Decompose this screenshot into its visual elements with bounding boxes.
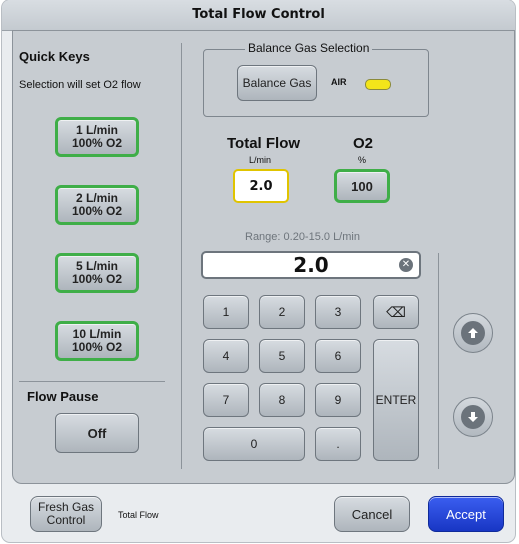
backspace-button[interactable]: ⌫ (373, 295, 419, 329)
key-2[interactable]: 2 (259, 295, 305, 329)
left-divider (19, 381, 165, 382)
cancel-button[interactable]: Cancel (334, 496, 410, 532)
arrow-up-icon (461, 321, 485, 345)
key-8[interactable]: 8 (259, 383, 305, 417)
total-flow-field[interactable]: 2.0 (233, 169, 289, 203)
quick-key-o2: 100% O2 (71, 136, 123, 150)
key-1[interactable]: 1 (203, 295, 249, 329)
accept-button[interactable]: Accept (428, 496, 504, 532)
entry-value: 2.0 (293, 253, 329, 277)
total-flow-unit: L/min (249, 155, 272, 165)
fresh-gas-line2: Control (46, 513, 86, 527)
arrow-down-icon (461, 405, 485, 429)
key-4[interactable]: 4 (203, 339, 249, 373)
key-decimal[interactable]: . (315, 427, 361, 461)
increment-button[interactable] (453, 313, 493, 353)
quick-key-10-lpm[interactable]: 10 L/min 100% O2 (55, 321, 139, 361)
balance-gas-indicator (365, 79, 391, 90)
quick-keys-subheading: Selection will set O2 flow (19, 79, 141, 91)
quick-key-5-lpm[interactable]: 5 L/min 100% O2 (55, 253, 139, 293)
key-9[interactable]: 9 (315, 383, 361, 417)
total-flow-label: Total Flow (227, 135, 301, 152)
total-flow-dialog: Total Flow Control Quick Keys Selection … (2, 0, 515, 542)
quick-keys-heading: Quick Keys (19, 49, 90, 64)
quick-key-1-lpm[interactable]: 1 L/min 100% O2 (55, 117, 139, 157)
balance-gas-value: AIR (331, 77, 347, 87)
quick-key-o2: 100% O2 (71, 204, 123, 218)
dialog-title: Total Flow Control (2, 0, 515, 31)
o2-label: O2 (353, 135, 374, 152)
range-text: Range: 0.20-15.0 L/min (245, 231, 360, 243)
value-entry-field[interactable]: 2.0 (201, 251, 421, 279)
enter-button[interactable]: ENTER (373, 339, 419, 461)
key-7[interactable]: 7 (203, 383, 249, 417)
decrement-button[interactable] (453, 397, 493, 437)
dialog-body: Quick Keys Selection will set O2 flow 1 … (12, 30, 515, 484)
key-5[interactable]: 5 (259, 339, 305, 373)
key-3[interactable]: 3 (315, 295, 361, 329)
backspace-icon: ⌫ (386, 303, 406, 320)
flow-pause-label: Flow Pause (27, 389, 99, 404)
footer-status: Total Flow (118, 510, 159, 520)
o2-unit: % (358, 155, 367, 165)
right-panel-divider (438, 253, 439, 469)
balance-gas-button[interactable]: Balance Gas (237, 65, 317, 101)
quick-key-2-lpm[interactable]: 2 L/min 100% O2 (55, 185, 139, 225)
o2-field[interactable]: 100 (334, 169, 390, 203)
balance-gas-group-label: Balance Gas Selection (245, 41, 373, 55)
fresh-gas-control-button[interactable]: Fresh Gas Control (30, 496, 102, 532)
clear-icon[interactable]: ✕ (399, 258, 413, 272)
quick-key-o2: 100% O2 (71, 272, 123, 286)
quick-key-o2: 100% O2 (71, 340, 123, 354)
flow-pause-button[interactable]: Off (55, 413, 139, 453)
key-0[interactable]: 0 (203, 427, 305, 461)
left-panel-divider (181, 43, 182, 469)
key-6[interactable]: 6 (315, 339, 361, 373)
